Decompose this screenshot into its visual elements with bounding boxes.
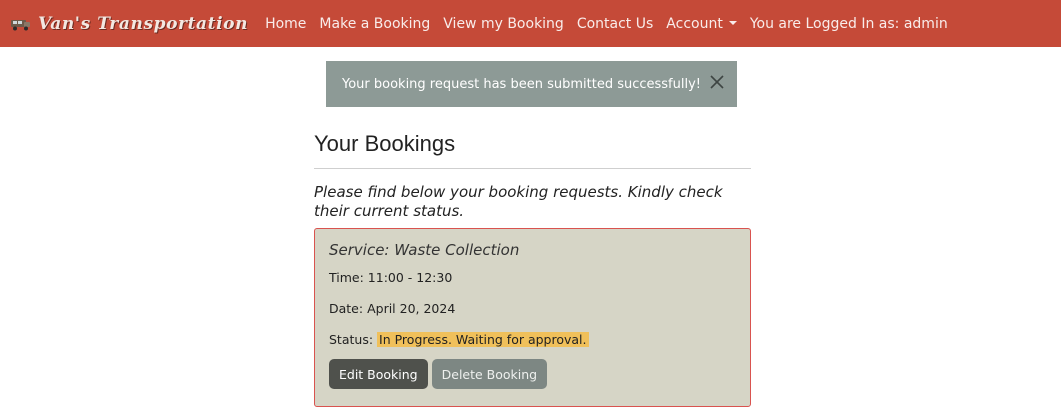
booking-actions: Edit Booking Delete Booking (329, 359, 736, 389)
close-icon[interactable] (709, 74, 725, 90)
logged-in-status: You are Logged In as: admin (749, 15, 948, 32)
booking-service: Service: Waste Collection (329, 241, 520, 259)
caret-down-icon (728, 20, 737, 25)
nav-links: Home Make a Booking View my Booking Cont… (265, 16, 948, 32)
page-title: Your Bookings (314, 131, 751, 169)
delete-booking-button[interactable]: Delete Booking (431, 359, 548, 389)
status-badge: In Progress. Waiting for approval. (377, 332, 589, 347)
booking-card: Service: Waste Collection Time: 11:00 - … (314, 228, 751, 407)
brand-link[interactable]: Van's Transportation (10, 14, 248, 34)
status-label: Status: (329, 332, 374, 347)
nav-contact[interactable]: Contact Us (577, 16, 653, 32)
booking-date: Date: April 20, 2024 (329, 301, 736, 316)
date-label: Date: (329, 301, 364, 316)
nav-make-booking[interactable]: Make a Booking (319, 16, 430, 32)
time-value: 11:00 - 12:30 (367, 270, 453, 285)
brand-name: Van's Transportation (38, 13, 249, 34)
nav-view-booking[interactable]: View my Booking (443, 16, 564, 32)
nav-home[interactable]: Home (265, 16, 306, 32)
bookings-section: Your Bookings Please find below your boo… (314, 131, 751, 407)
edit-booking-button[interactable]: Edit Booking (329, 359, 428, 389)
success-alert: Your booking request has been submitted … (326, 61, 737, 107)
booking-time: Time: 11:00 - 12:30 (329, 270, 736, 285)
alert-message: Your booking request has been submitted … (342, 76, 701, 92)
top-navbar: Van's Transportation Home Make a Booking… (0, 0, 1061, 47)
nav-account-dropdown[interactable]: Account (666, 16, 737, 32)
booking-status: Status: In Progress. Waiting for approva… (329, 332, 736, 347)
van-icon (11, 19, 30, 30)
date-value: April 20, 2024 (367, 301, 456, 316)
nav-account-label: Account (666, 15, 723, 32)
time-label: Time: (329, 270, 364, 285)
intro-text: Please find below your booking requests.… (314, 183, 723, 220)
